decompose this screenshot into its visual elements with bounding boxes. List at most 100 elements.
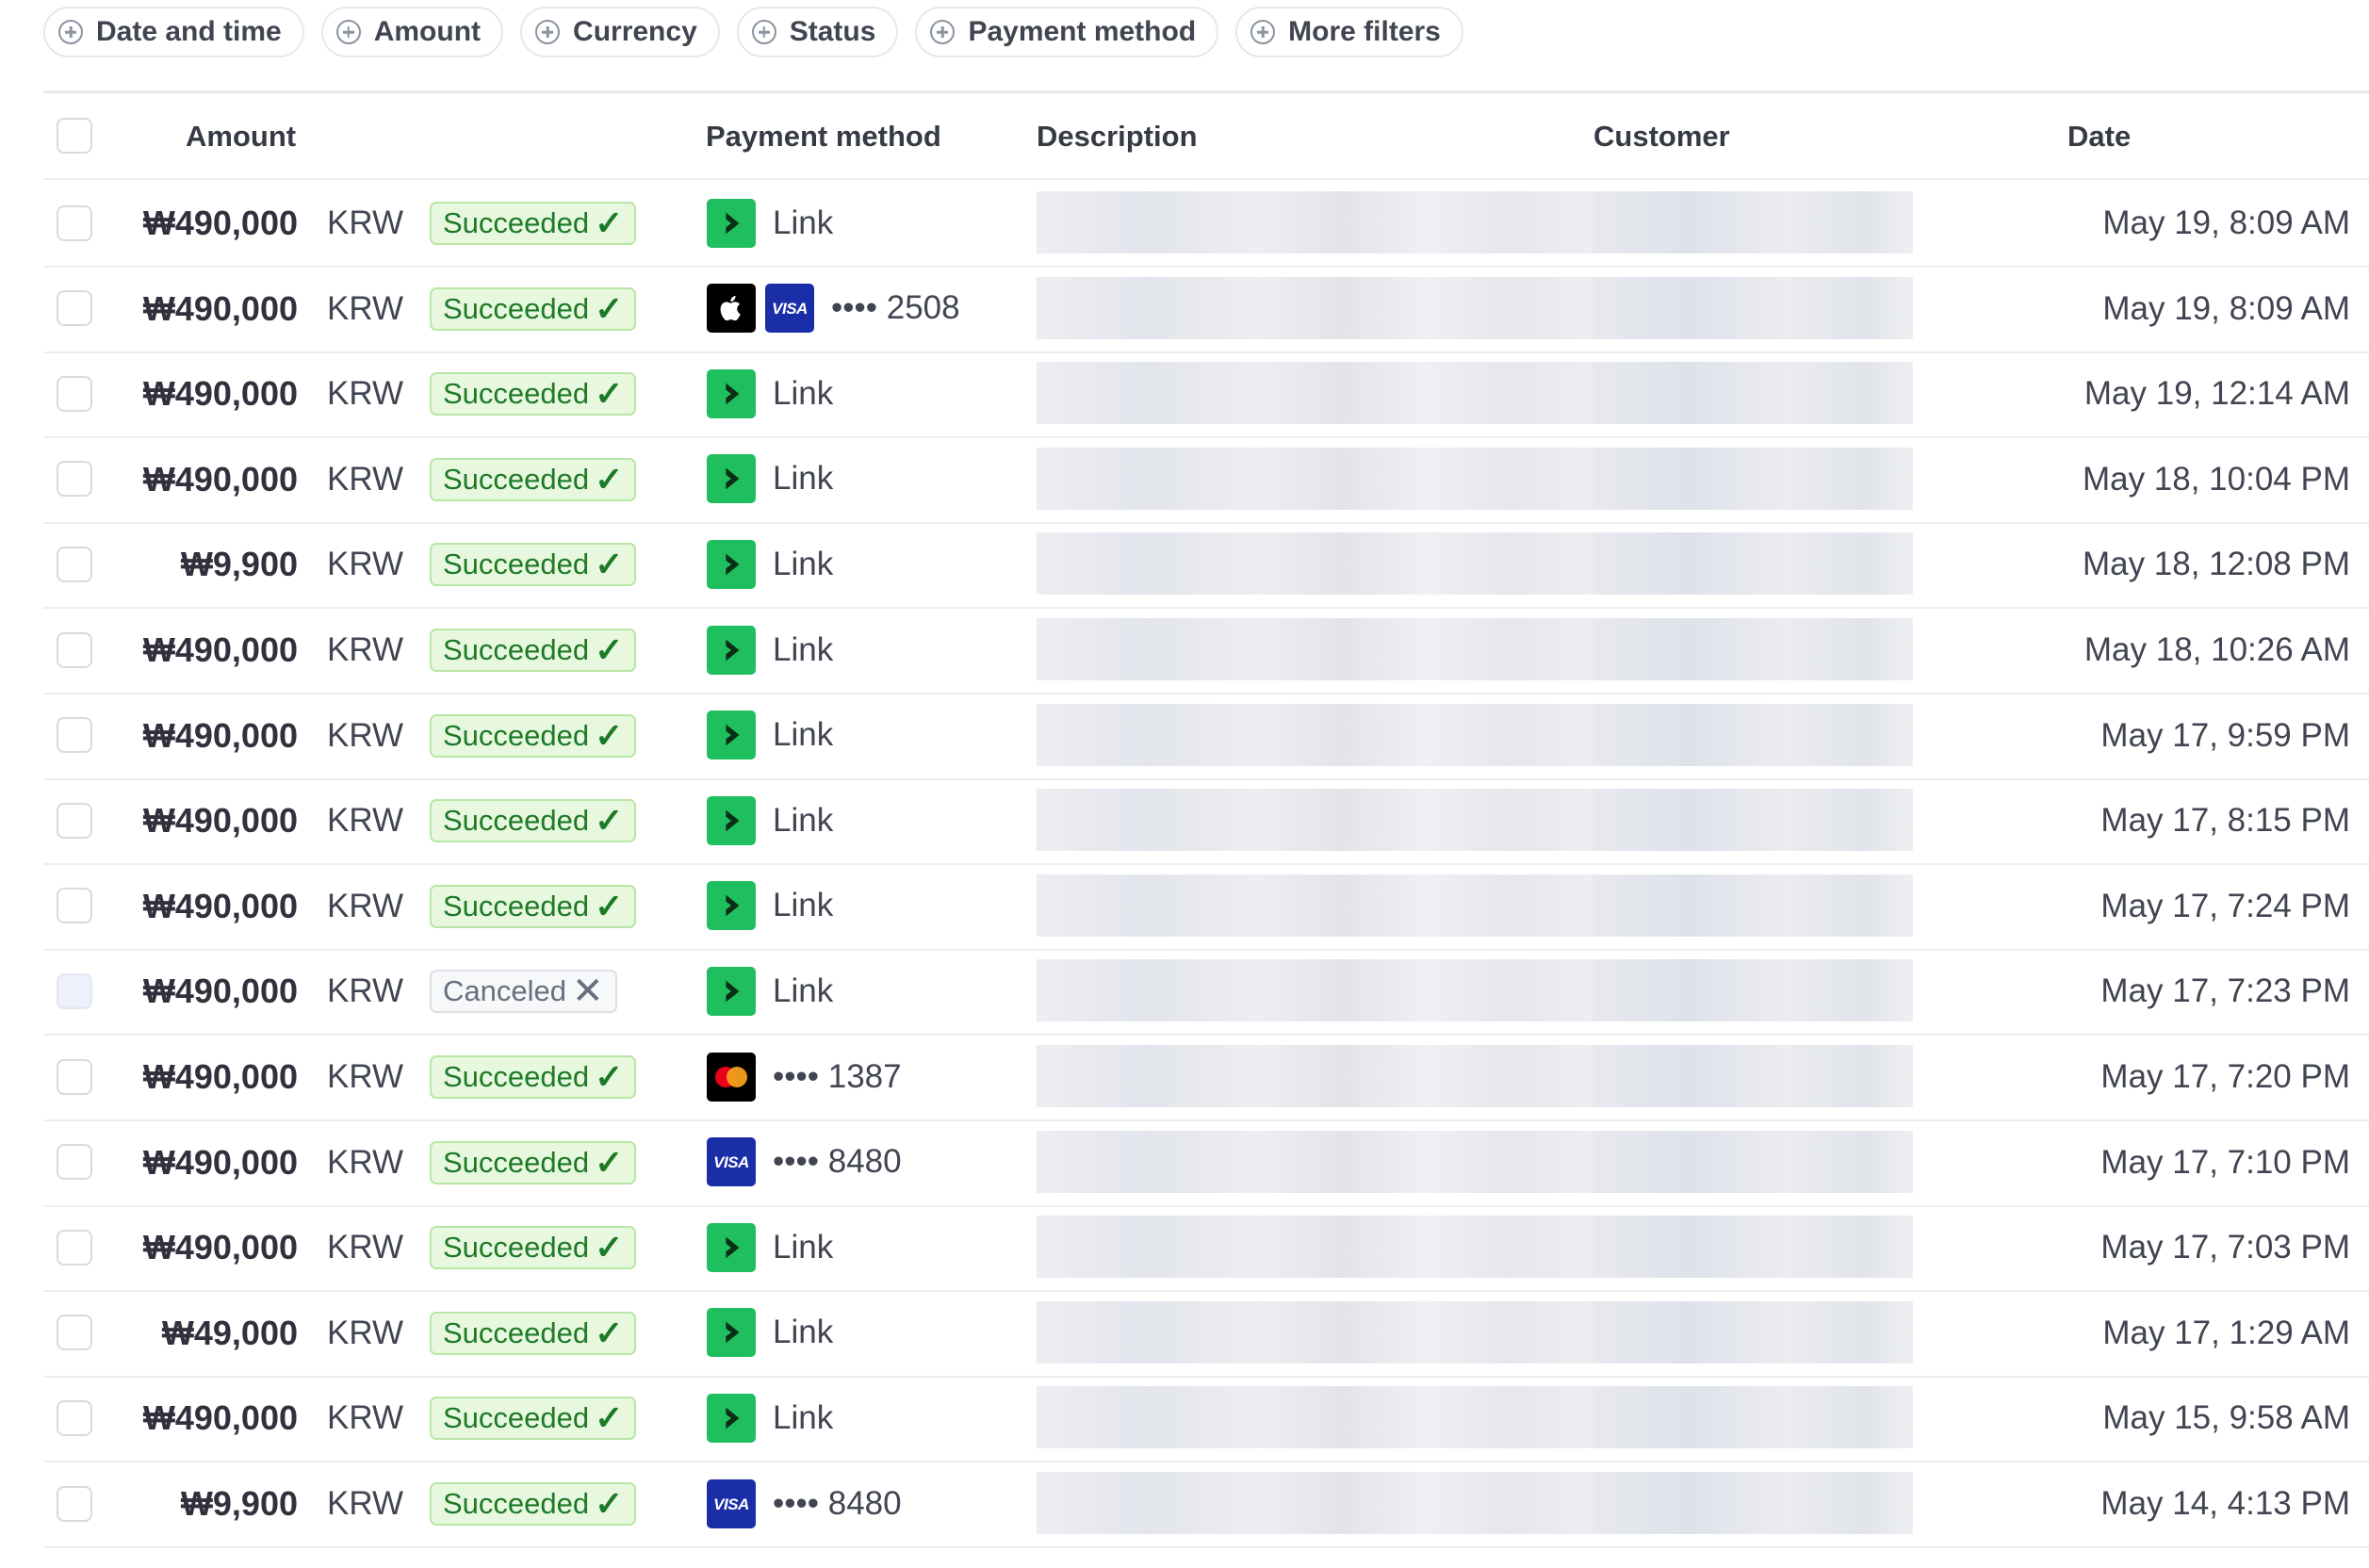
- filter-chip-label: Date and time: [96, 16, 282, 47]
- row-checkbox[interactable]: [57, 375, 92, 412]
- date-value: May 18, 12:08 PM: [2082, 546, 2350, 583]
- currency-code: KRW: [327, 204, 404, 241]
- table-row[interactable]: ₩490,000 KRW Succeeded ✓ Link May 19, 8:09 AM: [43, 180, 2369, 268]
- redacted-description: [1037, 191, 1593, 253]
- plus-circle-icon: [335, 20, 361, 44]
- filter-chip-label: Currency: [573, 16, 697, 47]
- date-value: May 17, 1:29 AM: [2102, 1314, 2350, 1351]
- currency-code: KRW: [327, 887, 404, 924]
- filter-chip-more-filters[interactable]: More filters: [1235, 7, 1463, 57]
- row-checkbox[interactable]: [57, 1315, 92, 1351]
- status-badge: Succeeded ✓: [430, 202, 637, 245]
- status-label: Succeeded: [443, 462, 590, 496]
- payment-method: Link: [707, 948, 833, 1034]
- redacted-customer: [1593, 1300, 1913, 1364]
- payment-method: Link: [707, 863, 833, 949]
- status-badge: Succeeded ✓: [430, 1140, 637, 1184]
- amount-value: ₩490,000: [142, 630, 298, 669]
- redacted-description: [1037, 276, 1593, 339]
- amount-value: ₩490,000: [142, 715, 298, 755]
- date-value: May 15, 9:58 AM: [2102, 1399, 2350, 1437]
- column-header-date[interactable]: Date: [2067, 93, 2131, 178]
- table-row[interactable]: ₩9,900 KRW Succeeded ✓ VISA •••• 8480 May 14, …: [43, 1461, 2369, 1548]
- visa-icon: VISA: [765, 284, 814, 334]
- payment-method: Link: [707, 607, 833, 693]
- table-row[interactable]: ₩490,000 KRW Succeeded ✓ VISA •••• 8480 May 17…: [43, 1119, 2369, 1207]
- row-checkbox[interactable]: [57, 972, 92, 1009]
- table-row[interactable]: ₩490,000 KRW Canceled ✕ Link May 17, 7:23 PM: [43, 948, 2369, 1037]
- table-row[interactable]: ₩490,000 KRW Succeeded ✓ Link May 18, 10:26 A…: [43, 607, 2369, 694]
- payment-method-icons: [707, 1393, 756, 1443]
- table-row[interactable]: ₩490,000 KRW Succeeded ✓ VISA •••• 2508 May 19…: [43, 266, 2369, 353]
- currency-code: KRW: [327, 1485, 404, 1522]
- column-header-customer[interactable]: Customer: [1593, 93, 1730, 178]
- table-row[interactable]: ₩490,000 KRW Succeeded ✓ Link May 17, 9:59 PM: [43, 693, 2369, 780]
- filter-chip-payment-method[interactable]: Payment method: [915, 7, 1219, 57]
- row-checkbox[interactable]: [57, 546, 92, 582]
- table-row[interactable]: ₩9,900 KRW Succeeded ✓ Link May 18, 12:08 PM: [43, 521, 2369, 610]
- select-all-checkbox[interactable]: [57, 118, 92, 154]
- status-badge: Succeeded ✓: [430, 1482, 637, 1526]
- row-checkbox[interactable]: [57, 461, 92, 498]
- row-checkbox[interactable]: [57, 888, 92, 924]
- status-badge: Succeeded ✓: [430, 543, 637, 587]
- checkmark-icon: ✓: [595, 1313, 624, 1352]
- row-checkbox[interactable]: [57, 1485, 92, 1522]
- status-badge: Succeeded ✓: [430, 286, 637, 331]
- row-checkbox[interactable]: [57, 290, 92, 327]
- redacted-description: [1037, 447, 1593, 510]
- row-checkbox[interactable]: [57, 204, 92, 241]
- column-header-description[interactable]: Description: [1037, 93, 1198, 178]
- date-value: May 19, 12:14 AM: [2083, 375, 2350, 413]
- status-label: Succeeded: [443, 206, 590, 239]
- row-checkbox[interactable]: [57, 1058, 92, 1095]
- row-checkbox[interactable]: [57, 1229, 92, 1266]
- link-icon: [707, 795, 756, 845]
- currency-code: KRW: [327, 1058, 404, 1095]
- amount-value: ₩9,900: [180, 545, 298, 584]
- table-row[interactable]: ₩490,000 KRW Succeeded ✓ Link May 17, 7:24 PM: [43, 863, 2369, 951]
- checkmark-icon: ✓: [595, 374, 624, 414]
- table-row[interactable]: ₩490,000 KRW Succeeded ✓ Link May 17, 7:03 PM: [43, 1204, 2369, 1293]
- filter-chip-status[interactable]: Status: [736, 7, 899, 57]
- filter-chip-date-and-time[interactable]: Date and time: [43, 7, 304, 57]
- table-row[interactable]: ₩490,000 KRW Succeeded ✓ Link May 15, 9:58 AM: [43, 1375, 2369, 1463]
- payment-method-text: •••• 1387: [773, 1057, 902, 1095]
- amount-value: ₩490,000: [142, 972, 298, 1011]
- column-header-payment-method[interactable]: Payment method: [706, 93, 941, 178]
- payment-method: Link: [707, 1204, 833, 1290]
- checkmark-icon: ✓: [595, 715, 624, 755]
- row-checkbox[interactable]: [57, 631, 92, 668]
- redacted-customer: [1593, 532, 1913, 596]
- table-row[interactable]: ₩490,000 KRW Succeeded ✓ •••• 1387 May 17, 7:…: [43, 1034, 2369, 1121]
- payment-method: VISA •••• 8480: [707, 1461, 902, 1546]
- filter-bar: Date and time Amount Currency Status Payment…: [43, 0, 1463, 60]
- payment-method: •••• 1387: [707, 1034, 902, 1119]
- table-row[interactable]: ₩490,000 KRW Succeeded ✓ Link May 19, 12:14 A…: [43, 351, 2369, 439]
- visa-icon: VISA: [707, 1137, 756, 1187]
- amount-value: ₩9,900: [180, 1484, 298, 1523]
- table-row[interactable]: ₩49,000 KRW Succeeded ✓ Link May 17, 1:29 AM: [43, 1290, 2369, 1378]
- status-label: Canceled: [443, 974, 566, 1008]
- payment-method-text: •••• 2508: [831, 289, 960, 327]
- currency-code: KRW: [327, 716, 404, 754]
- row-checkbox[interactable]: [57, 802, 92, 839]
- svg-text:VISA: VISA: [713, 1153, 749, 1171]
- link-icon: [707, 454, 756, 504]
- payment-method-text: •••• 8480: [773, 1484, 902, 1522]
- filter-chip-currency[interactable]: Currency: [520, 7, 720, 57]
- link-icon: [707, 1393, 756, 1443]
- table-row[interactable]: ₩490,000 KRW Succeeded ✓ Link May 18, 10:04 P…: [43, 436, 2369, 524]
- checkmark-icon: ✓: [595, 1484, 624, 1523]
- row-checkbox[interactable]: [57, 717, 92, 754]
- currency-code: KRW: [327, 1399, 404, 1437]
- payment-method-icons: [707, 368, 756, 418]
- filter-chip-amount[interactable]: Amount: [320, 7, 504, 57]
- link-icon: [707, 368, 756, 418]
- status-label: Succeeded: [443, 1315, 590, 1349]
- row-checkbox[interactable]: [57, 1144, 92, 1181]
- filter-chip-label: Payment method: [968, 16, 1197, 47]
- row-checkbox[interactable]: [57, 1399, 92, 1436]
- column-header-amount[interactable]: Amount: [186, 93, 296, 178]
- table-row[interactable]: ₩490,000 KRW Succeeded ✓ Link May 17, 8:15 PM: [43, 777, 2369, 866]
